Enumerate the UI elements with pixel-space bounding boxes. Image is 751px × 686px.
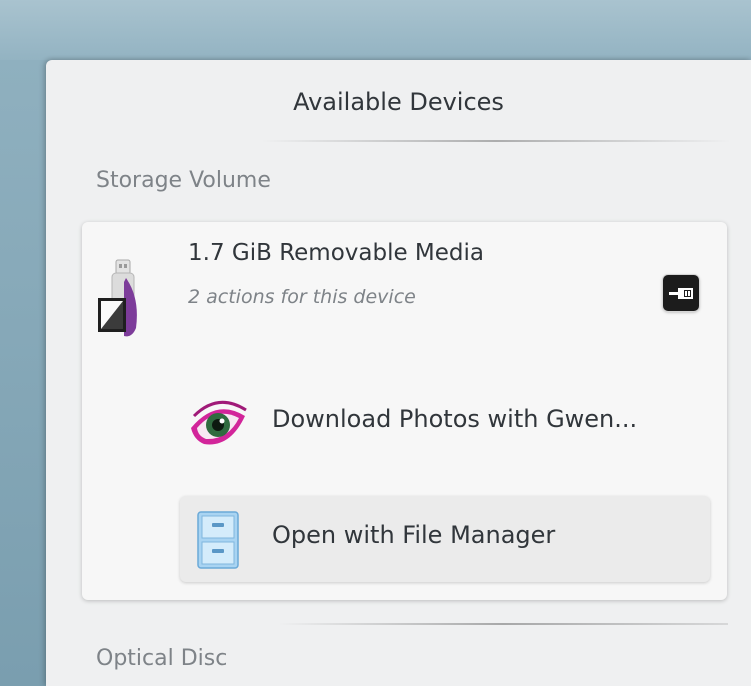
device-notifier-popup: Available Devices Storage Volume 1.7 GiB…	[46, 60, 751, 686]
title-divider	[261, 140, 731, 142]
device-actions-summary: 2 actions for this device	[188, 286, 416, 308]
device-card[interactable]: 1.7 GiB Removable Media 2 actions for th…	[82, 222, 727, 600]
gwenview-eye-icon	[191, 400, 247, 445]
device-name: 1.7 GiB Removable Media	[188, 240, 485, 266]
action-label-download-photos: Download Photos with Gwen...	[272, 405, 638, 433]
eject-button[interactable]	[663, 275, 699, 311]
section-divider	[278, 623, 728, 625]
action-download-photos[interactable]: Download Photos with Gwen...	[180, 380, 710, 466]
action-open-file-manager[interactable]: Open with File Manager	[180, 496, 710, 582]
desktop-background	[0, 0, 751, 60]
section-header-storage-volume: Storage Volume	[96, 168, 271, 193]
popup-title: Available Devices	[293, 88, 504, 116]
file-manager-cabinet-icon	[197, 511, 239, 569]
section-header-optical-disc: Optical Disc	[96, 646, 228, 671]
usb-drive-icon	[98, 259, 137, 337]
eject-icon	[669, 288, 693, 299]
action-label-open-file-manager: Open with File Manager	[272, 521, 556, 549]
